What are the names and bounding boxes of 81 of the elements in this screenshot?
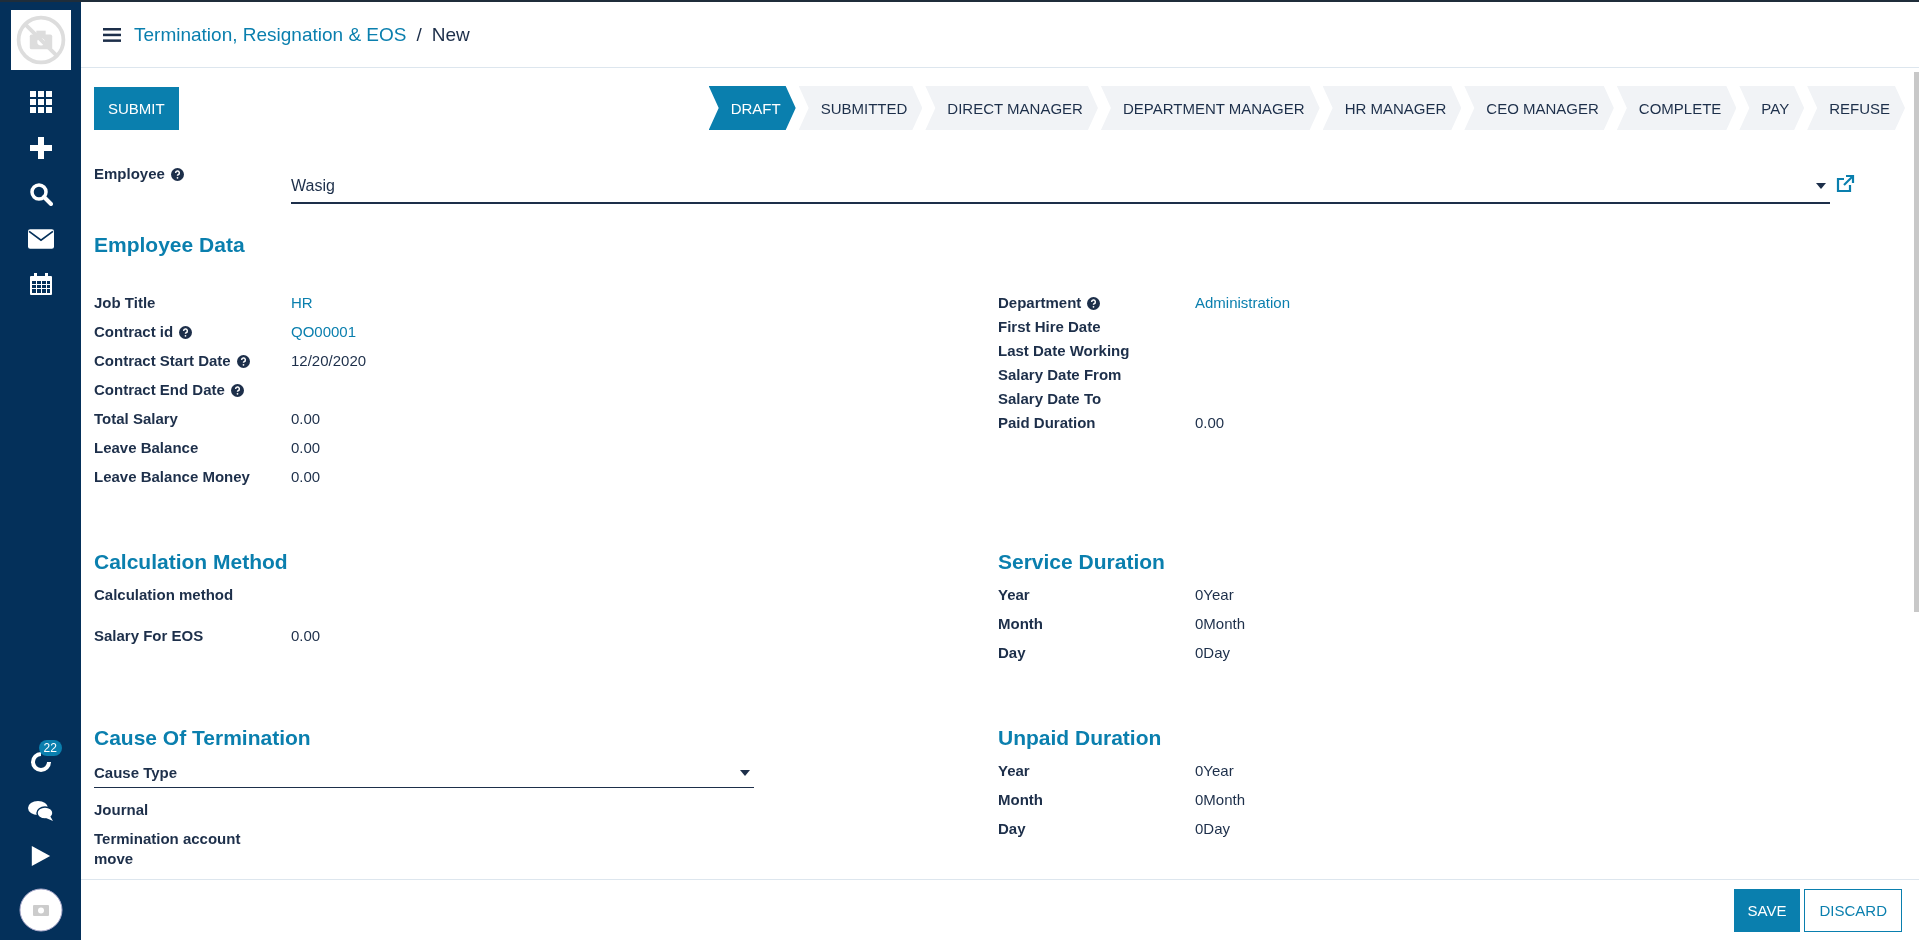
field-label: Cause Type [94, 763, 178, 783]
section-heading: Calculation Method [94, 549, 289, 575]
field-label: Year [998, 761, 1030, 781]
field-label: Journal [94, 800, 149, 820]
search-icon[interactable] [28, 182, 53, 206]
help-icon[interactable] [179, 325, 193, 339]
field-label: Leave Balance Money [94, 467, 250, 487]
status-stage[interactable]: COMPLETE [1616, 86, 1737, 130]
status-stage[interactable]: DEPARTMENT MANAGER [1100, 86, 1320, 130]
caret-icon[interactable] [740, 769, 750, 776]
status-stage[interactable]: DRAFT [708, 86, 796, 130]
field-value-link[interactable]: QO00001 [291, 320, 357, 344]
field-label: Paid Duration [998, 413, 1096, 433]
field-label: Total Salary [94, 409, 178, 429]
scrollbar[interactable] [1914, 72, 1919, 612]
field-value: 12/20/2020 [291, 351, 367, 371]
caret-icon[interactable] [1816, 183, 1826, 189]
field-value: 0Month [1195, 614, 1246, 634]
field-label: Day [998, 819, 1026, 839]
envelope-icon[interactable] [27, 228, 54, 250]
status-stage[interactable]: HR MANAGER [1322, 86, 1462, 130]
field-value: 0.00 [291, 467, 321, 487]
employee-field[interactable]: Wasig [291, 170, 1830, 204]
status-stage[interactable]: DIRECT MANAGER [925, 86, 1098, 130]
field-label: Contract Start Date [94, 351, 231, 371]
field-label: Leave Balance [94, 438, 199, 458]
field-label: First Hire Date [998, 317, 1101, 337]
field-value: 0Day [1195, 643, 1231, 663]
avatar[interactable] [18, 888, 63, 932]
field-label: Month [998, 790, 1043, 810]
status-stage[interactable]: CEO MANAGER [1464, 86, 1614, 130]
field-label: Last Date Working [998, 341, 1130, 361]
field-value: 0Year [1195, 761, 1234, 781]
external-link-icon[interactable] [1835, 174, 1855, 194]
field-value-link[interactable]: Administration [1195, 291, 1291, 315]
breadcrumb-current: New [431, 23, 470, 46]
section-heading: Service Duration [998, 549, 1166, 575]
field-label: Employee [94, 164, 165, 184]
breadcrumb-link[interactable]: Termination, Resignation & EOS [134, 23, 407, 46]
field-value: 0.00 [291, 626, 321, 646]
field-value: 0Year [1195, 585, 1234, 605]
discard-button[interactable]: DISCARD [1804, 888, 1902, 932]
field-label: Calculation method [94, 585, 234, 605]
help-icon[interactable] [230, 383, 244, 397]
field-label: Department [998, 293, 1082, 313]
field-value-link[interactable]: HR [291, 291, 313, 315]
apps-grid-icon[interactable] [28, 90, 53, 114]
save-button[interactable]: SAVE [1733, 888, 1801, 932]
field-value: 0.00 [1195, 413, 1225, 433]
field-label: Salary Date From [998, 365, 1122, 385]
field-value: 0Day [1195, 819, 1231, 839]
breadcrumb-separator: / [416, 23, 422, 46]
section-heading: Employee Data [94, 232, 246, 258]
calendar-icon[interactable] [28, 272, 53, 296]
section-heading: Unpaid Duration [998, 725, 1163, 751]
field-value: 0Month [1195, 790, 1246, 810]
field-value: 0.00 [291, 409, 321, 429]
help-icon[interactable] [236, 354, 250, 368]
status-stage[interactable]: PAY [1739, 86, 1805, 130]
field-label: Contract End Date [94, 380, 225, 400]
menu-icon[interactable] [103, 27, 121, 42]
field-label: Termination account move [94, 829, 242, 869]
field-label: Year [998, 585, 1030, 605]
status-stage[interactable]: SUBMITTED [798, 86, 923, 130]
plus-icon[interactable] [28, 136, 53, 160]
field-label: Contract id [94, 322, 174, 342]
field-label: Job Title [94, 293, 156, 313]
field-label: Day [998, 643, 1026, 663]
play-icon[interactable] [29, 844, 52, 868]
field-label: Salary For EOS [94, 626, 204, 646]
field-label: Salary Date To [998, 389, 1102, 409]
submit-button[interactable]: SUBMIT [94, 86, 179, 130]
help-icon[interactable] [1087, 296, 1101, 310]
chat-icon[interactable] [27, 800, 54, 822]
notification-badge: 22 [38, 740, 62, 756]
status-stage[interactable]: REFUSE [1807, 86, 1905, 130]
help-icon[interactable] [170, 167, 184, 181]
section-heading: Cause Of Termination [94, 725, 312, 751]
field-value: 0.00 [291, 438, 321, 458]
activity-icon[interactable] [28, 750, 53, 774]
field-label: Month [998, 614, 1043, 634]
